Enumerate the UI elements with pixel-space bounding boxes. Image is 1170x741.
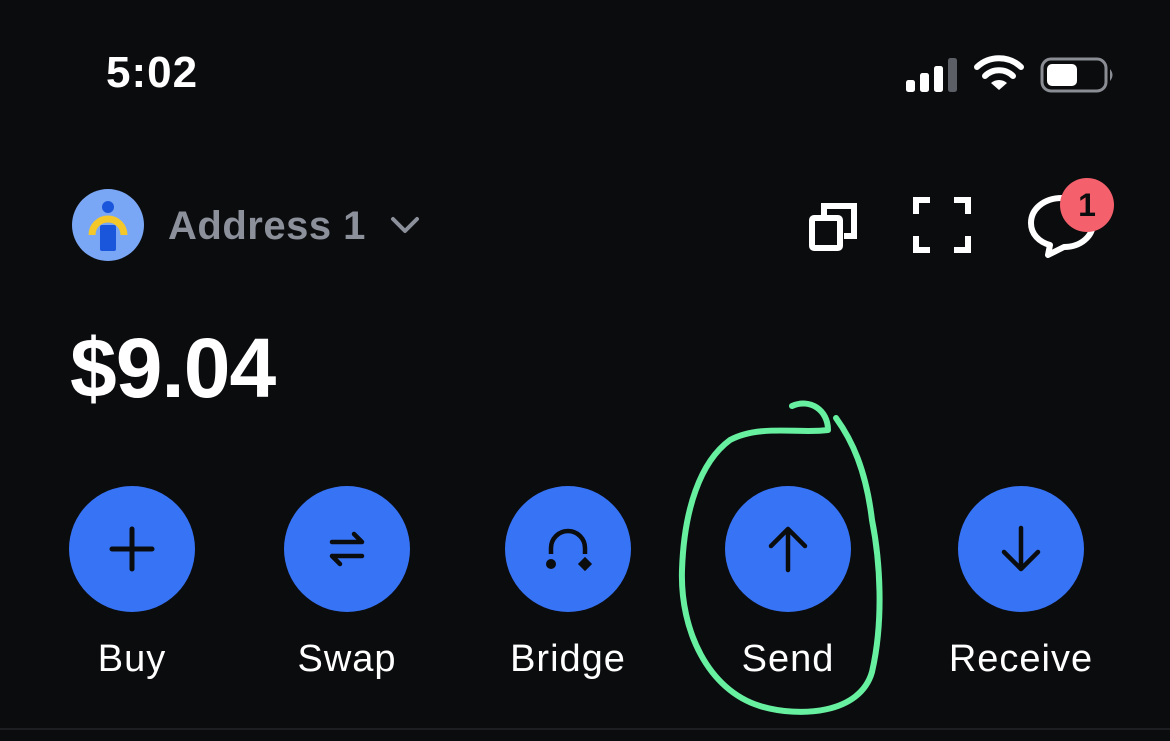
arrow-up-icon xyxy=(768,526,808,573)
send-button-circle[interactable] xyxy=(725,486,851,612)
send-label: Send xyxy=(741,638,835,680)
bridge-button-circle[interactable] xyxy=(505,486,631,612)
buy-label: Buy xyxy=(97,638,167,680)
swap-button[interactable]: Swap xyxy=(257,486,437,681)
swap-label: Swap xyxy=(297,638,397,680)
swap-arrows-icon xyxy=(329,531,365,567)
battery-icon xyxy=(1040,57,1113,93)
arrow-down-icon xyxy=(1001,525,1041,572)
receive-label: Receive xyxy=(948,638,1094,680)
wallet-balance: $9.04 xyxy=(70,321,276,415)
bridge-button[interactable]: Bridge xyxy=(478,486,658,681)
send-button[interactable]: Send xyxy=(698,486,878,681)
avatar[interactable] xyxy=(72,189,144,261)
buy-button[interactable]: Buy xyxy=(42,486,222,681)
status-time: 5:02 xyxy=(106,48,199,97)
notification-badge: 1 xyxy=(1060,178,1114,232)
cellular-signal-icon xyxy=(906,58,957,92)
copy-icon[interactable] xyxy=(808,200,860,252)
address-selector-label[interactable]: Address 1 xyxy=(168,204,366,249)
avatar-icon xyxy=(88,201,128,251)
receive-button-circle[interactable] xyxy=(958,486,1084,612)
plus-icon xyxy=(109,526,155,572)
swap-button-circle[interactable] xyxy=(284,486,410,612)
wifi-icon xyxy=(974,55,1024,90)
qr-scan-icon[interactable] xyxy=(912,196,972,254)
bridge-icon xyxy=(546,528,593,572)
chevron-down-icon[interactable] xyxy=(390,214,420,236)
bridge-label: Bridge xyxy=(510,638,626,680)
bottom-divider xyxy=(0,728,1170,730)
buy-button-circle[interactable] xyxy=(69,486,195,612)
receive-button[interactable]: Receive xyxy=(931,486,1111,681)
